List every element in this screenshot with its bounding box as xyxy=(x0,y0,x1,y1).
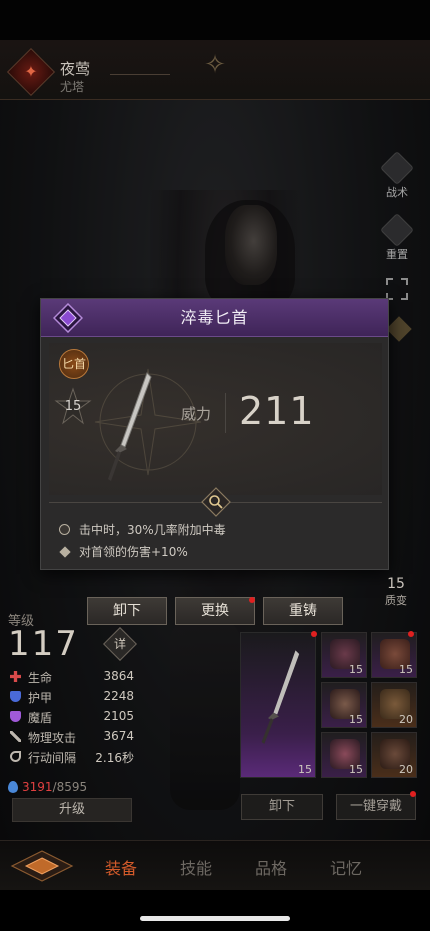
item-title: 淬毒匕首 xyxy=(180,308,249,327)
stat-name: 生命 xyxy=(28,671,53,685)
hero-subtitle: 尤塔 xyxy=(60,80,85,94)
item-detail-popup: 淬毒匕首 匕首 15 威力 211 击中时，30%几率附加中毒 对首领的伤害+1… xyxy=(40,298,389,570)
effect-row: 击中时，30%几率附加中毒 xyxy=(59,519,379,541)
notification-dot xyxy=(311,631,317,637)
unequip-button[interactable]: 卸下 xyxy=(87,597,167,625)
power-label: 威力 xyxy=(181,405,212,423)
slot-level: 15 xyxy=(349,763,363,776)
weapon-slot[interactable]: 15 xyxy=(240,632,316,778)
stat-value: 2105 xyxy=(103,709,134,723)
stat-row-hp: 生命 3864 xyxy=(10,667,134,687)
tab-memory[interactable]: 记忆 xyxy=(330,855,362,879)
tab-character[interactable]: 品格 xyxy=(255,855,287,879)
slot-level: 15 xyxy=(298,763,312,776)
slot-level: 20 xyxy=(399,713,413,726)
stat-name: 魔盾 xyxy=(28,711,53,725)
dagger-icon xyxy=(108,372,152,481)
shield-icon xyxy=(10,691,21,702)
header-divider xyxy=(110,74,170,75)
item-stats-panel: 匕首 15 威力 211 xyxy=(49,343,382,495)
recast-button[interactable]: 重铸 xyxy=(263,597,343,625)
stat-value: 3864 xyxy=(103,669,134,683)
detail-label: 详 xyxy=(113,637,126,651)
item-level: 15 xyxy=(64,399,82,414)
dagger-icon xyxy=(261,650,300,744)
slot-level: 15 xyxy=(349,663,363,676)
armor-slot[interactable]: 15 xyxy=(371,632,417,678)
bottom-nav: 装备 技能 品格 记忆 xyxy=(0,840,430,890)
effect-row: 对首领的伤害+10% xyxy=(59,541,379,563)
notification-dot xyxy=(408,631,414,637)
stat-name: 行动间隔 xyxy=(28,751,77,765)
hero-class-emblem-icon: ✦ xyxy=(6,47,56,97)
bottom-bar xyxy=(0,890,430,931)
power-separator xyxy=(225,393,226,433)
popup-header: 淬毒匕首 xyxy=(41,299,388,337)
diamond-bullet-icon xyxy=(59,546,71,558)
heart-cross-icon xyxy=(10,671,21,682)
boots-slot[interactable]: 20 xyxy=(371,732,417,778)
helmet-slot[interactable]: 15 xyxy=(321,632,367,678)
tab-skills[interactable]: 技能 xyxy=(180,855,212,879)
stat-row-attack: 物理攻击 3674 xyxy=(10,727,134,747)
stat-value: 2248 xyxy=(103,689,134,703)
effects-list: 击中时，30%几率附加中毒 对首领的伤害+10% xyxy=(59,519,379,563)
star-emblem-icon: ✧ xyxy=(204,50,226,80)
bracer-slot[interactable]: 20 xyxy=(371,682,417,728)
unequip-all-button[interactable]: 卸下 xyxy=(241,794,323,820)
hero-header: ✦ 夜莺 尤塔 ✧ xyxy=(0,40,430,100)
level-value: 117 xyxy=(8,624,79,664)
stat-value: 2.16秒 xyxy=(95,751,134,765)
effect-text: 击中时，30%几率附加中毒 xyxy=(79,523,226,537)
home-indicator[interactable] xyxy=(140,916,290,921)
notification-dot xyxy=(249,597,255,603)
poison-icon xyxy=(59,524,70,535)
mana-current: 3191 xyxy=(22,780,53,794)
mana-drop-icon xyxy=(8,781,18,793)
quality-value: 15 xyxy=(387,576,405,592)
upgrade-button[interactable]: 升级 xyxy=(12,798,132,822)
notification-dot xyxy=(410,791,416,797)
status-bar xyxy=(0,0,430,40)
sword-icon xyxy=(10,731,21,742)
slot-level: 15 xyxy=(399,663,413,676)
game-screen: ✦ 夜莺 尤塔 ✧ 战术 重置 淬毒匕首 匕首 15 威力 211 击中时，30… xyxy=(0,0,430,931)
weapon-type-badge: 匕首 xyxy=(59,349,89,379)
stat-name: 物理攻击 xyxy=(28,731,77,745)
stat-value: 3674 xyxy=(103,729,134,743)
quality-badge[interactable]: 15 质变 xyxy=(377,576,415,608)
magic-shield-icon xyxy=(10,711,21,722)
hero-name: 夜莺 xyxy=(60,60,91,78)
tab-equipment[interactable]: 装备 xyxy=(105,855,137,879)
quick-equip-button[interactable]: 一键穿戴 xyxy=(336,794,416,820)
stat-row-armor: 护甲 2248 xyxy=(10,687,134,707)
slot-level: 15 xyxy=(349,713,363,726)
power-value: 211 xyxy=(239,389,315,433)
quality-label: 质变 xyxy=(385,594,407,607)
belt-slot[interactable]: 15 xyxy=(321,732,367,778)
mana-counter: 3191/8595 xyxy=(22,780,87,794)
stat-name: 护甲 xyxy=(28,691,53,705)
magnify-icon[interactable] xyxy=(201,487,231,517)
stat-row-magic-shield: 魔盾 2105 xyxy=(10,707,134,727)
stat-row-action-interval: 行动间隔 2.16秒 xyxy=(10,747,134,767)
slot-level: 20 xyxy=(399,763,413,776)
effect-text: 对首领的伤害+10% xyxy=(79,545,188,559)
speed-icon xyxy=(10,751,21,762)
mana-max: /8595 xyxy=(52,780,88,794)
eye-emblem-icon[interactable] xyxy=(10,849,74,883)
gauntlet-slot[interactable]: 15 xyxy=(321,682,367,728)
replace-button[interactable]: 更换 xyxy=(175,597,255,625)
